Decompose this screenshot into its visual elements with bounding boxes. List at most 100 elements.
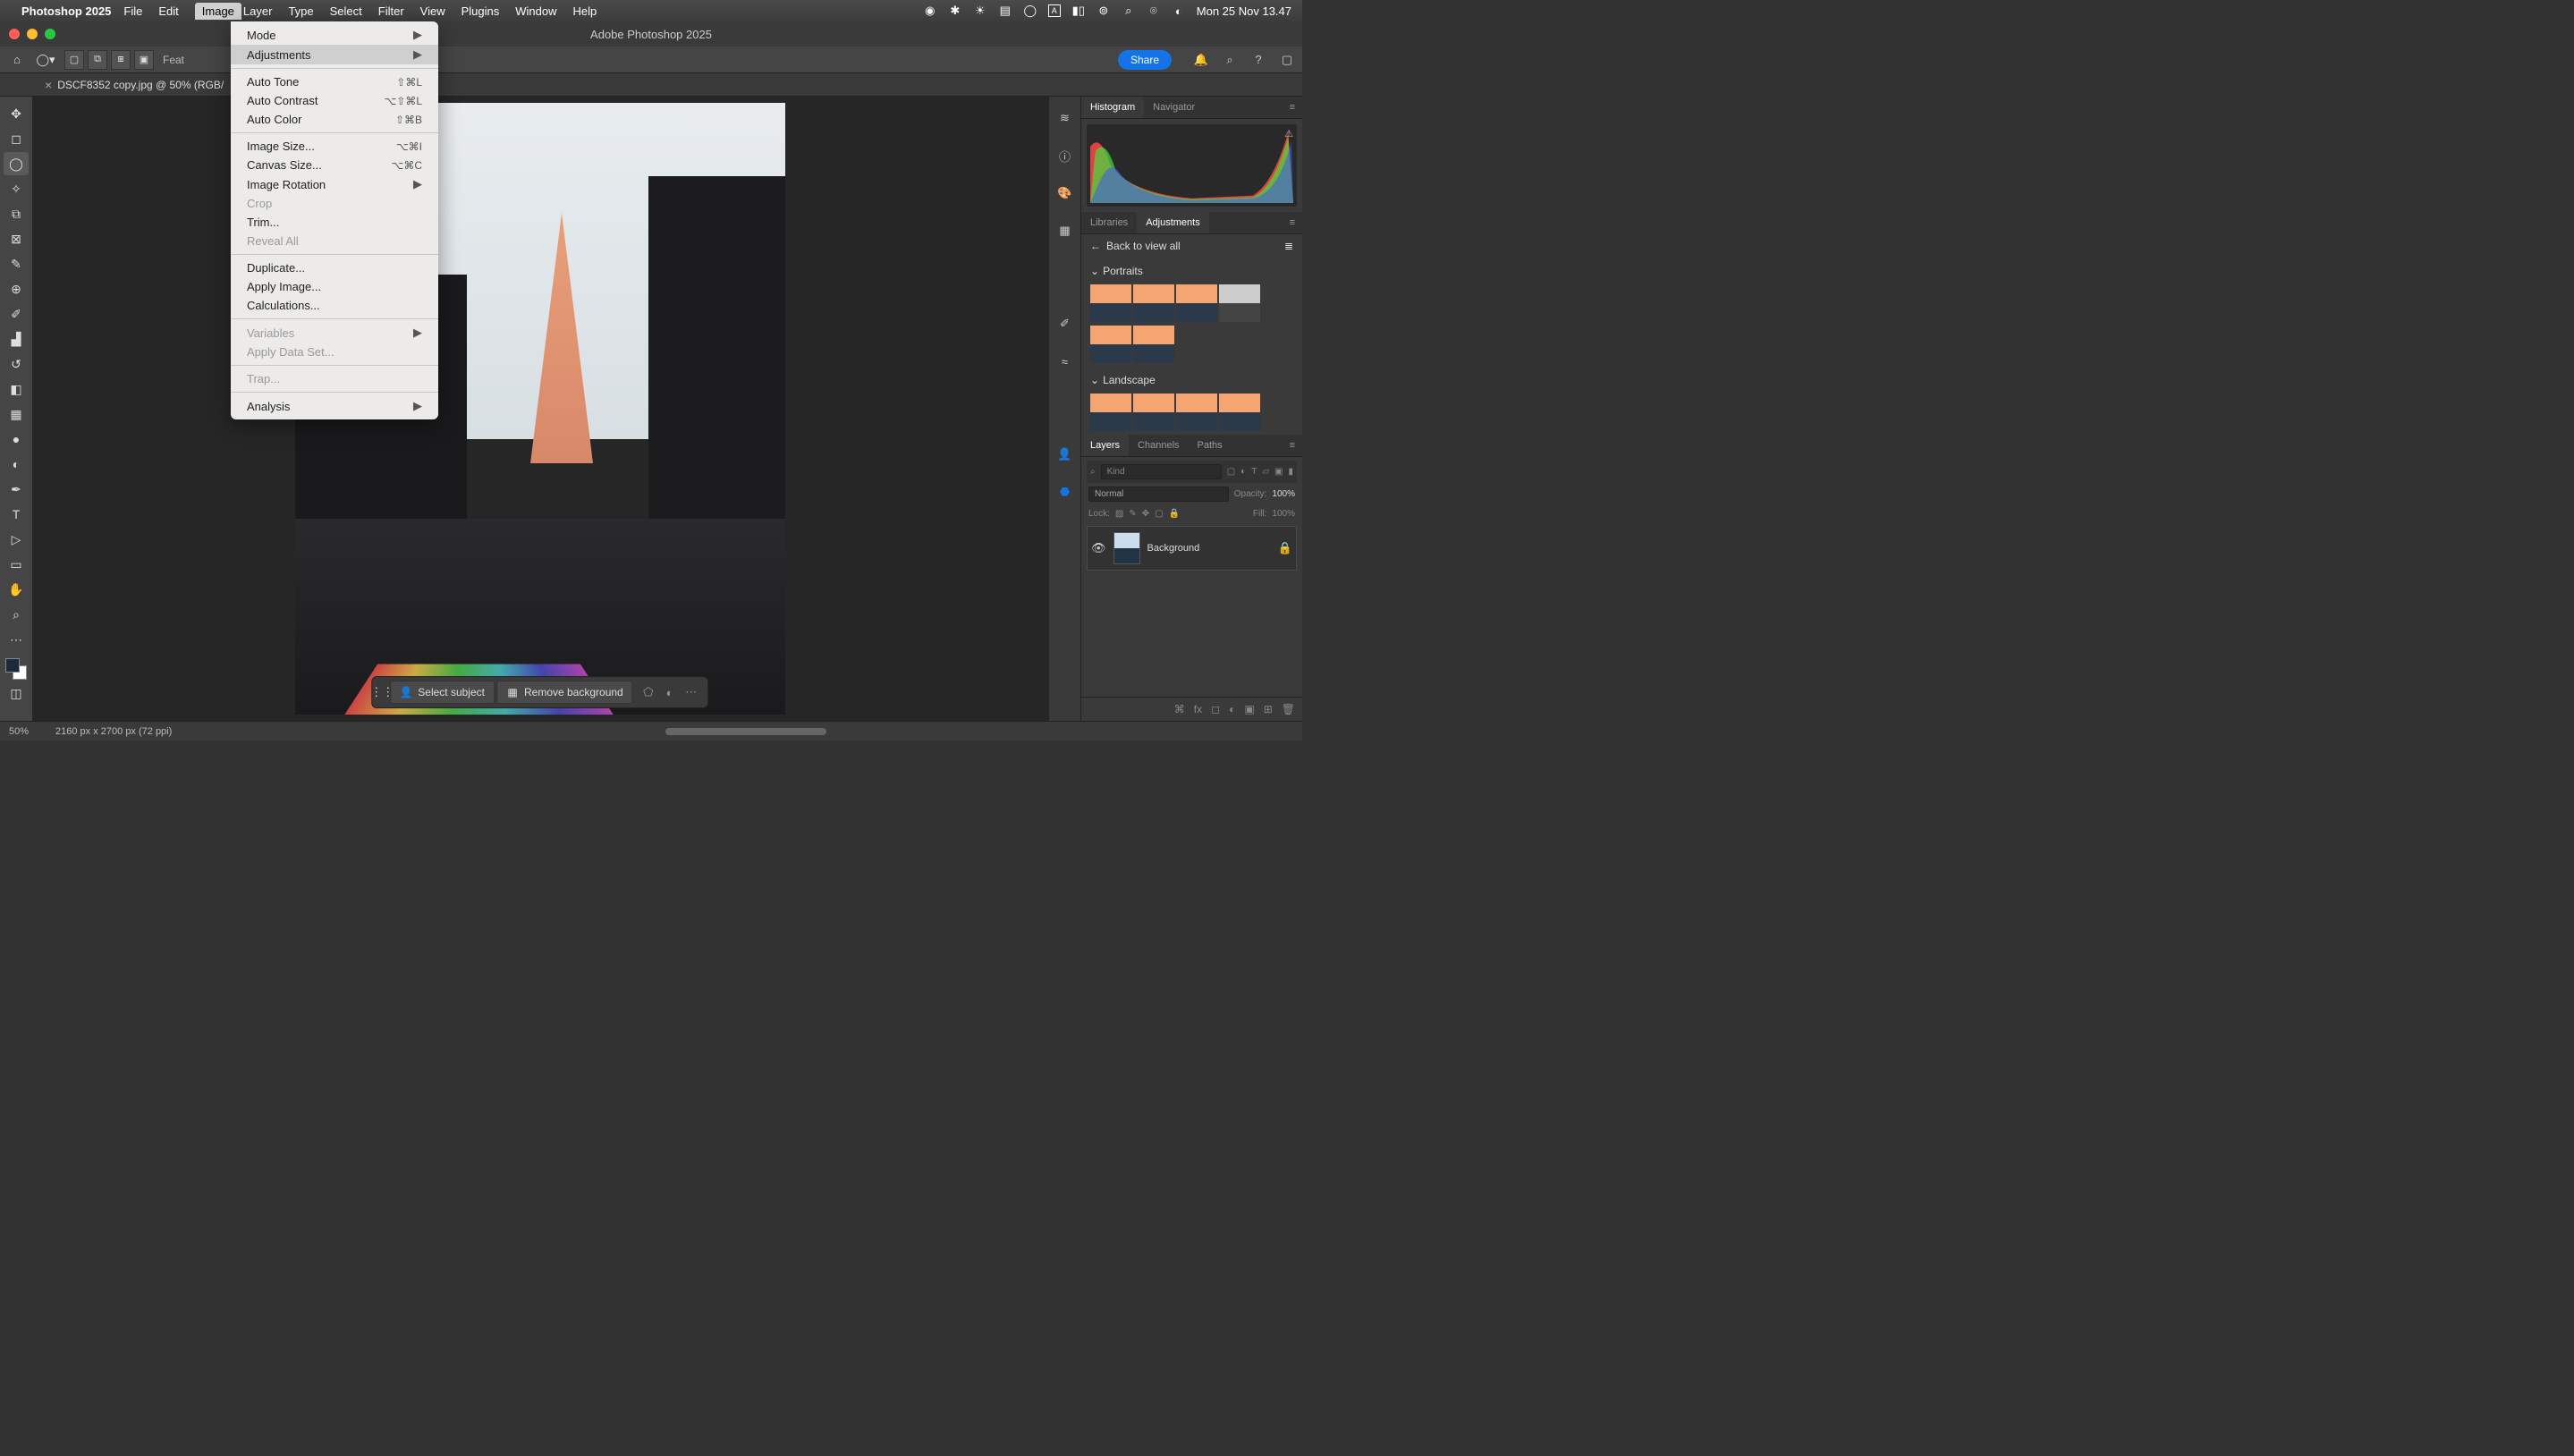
shape-tool-icon[interactable]: ▭ xyxy=(4,553,29,576)
lasso-tool-icon[interactable]: ◯ xyxy=(4,152,29,175)
menu-item-auto-tone[interactable]: Auto Tone⇧⌘L xyxy=(231,72,438,91)
link-layers-icon[interactable]: ⌘ xyxy=(1174,703,1185,715)
share-button[interactable]: Share xyxy=(1118,50,1172,70)
maximize-window-button[interactable] xyxy=(45,29,55,39)
workspace-icon[interactable]: ▢ xyxy=(1279,52,1295,68)
app-name[interactable]: Photoshop 2025 xyxy=(21,4,111,18)
delete-layer-icon[interactable]: 🗑 xyxy=(1282,703,1295,715)
brush-tool-icon[interactable]: ✐ xyxy=(4,302,29,326)
status-icon-3[interactable]: ▤ xyxy=(998,4,1012,18)
adjustment-icon[interactable]: ◐ xyxy=(664,686,676,698)
menu-item-adjustments[interactable]: Adjustments▶ xyxy=(231,45,438,64)
blend-mode-select[interactable]: Normal xyxy=(1088,487,1229,502)
transform-icon[interactable]: ⬠ xyxy=(642,686,655,698)
layer-kind-filter[interactable]: Kind xyxy=(1101,464,1222,479)
histogram-tab[interactable]: Histogram xyxy=(1081,97,1144,118)
status-icon-2[interactable]: ☀ xyxy=(973,4,987,18)
foreground-color-swatch[interactable] xyxy=(5,658,20,673)
more-tools-icon[interactable]: ⋯ xyxy=(4,628,29,651)
list-view-icon[interactable]: ≣ xyxy=(1284,240,1293,252)
menu-item-trim-[interactable]: Trim... xyxy=(231,213,438,232)
menu-type[interactable]: Type xyxy=(288,4,313,18)
menu-file[interactable]: File xyxy=(123,4,142,18)
menu-item-auto-contrast[interactable]: Auto Contrast⌥⇧⌘L xyxy=(231,91,438,110)
libraries-tab[interactable]: Libraries xyxy=(1081,212,1137,233)
swatches-panel-icon[interactable]: 🎨 xyxy=(1056,184,1074,202)
lock-position-icon[interactable]: ✥ xyxy=(1142,509,1149,519)
control-center-icon[interactable]: ⌾ xyxy=(1147,4,1161,18)
fill-value[interactable]: 100% xyxy=(1272,509,1295,519)
navigator-tab[interactable]: Navigator xyxy=(1144,97,1204,118)
menu-item-duplicate-[interactable]: Duplicate... xyxy=(231,258,438,277)
people-panel-icon[interactable]: 👤 xyxy=(1056,445,1074,463)
histogram-panel-menu-icon[interactable]: ≡ xyxy=(1283,97,1302,118)
home-icon[interactable]: ⌂ xyxy=(7,50,27,70)
menu-item-calculations-[interactable]: Calculations... xyxy=(231,296,438,315)
menubar-clock[interactable]: Mon 25 Nov 13.47 xyxy=(1197,4,1291,18)
layer-mask-icon[interactable]: ◻ xyxy=(1211,703,1220,715)
filter-pixel-icon[interactable]: ▢ xyxy=(1227,467,1235,477)
menu-item-auto-color[interactable]: Auto Color⇧⌘B xyxy=(231,110,438,129)
menu-view[interactable]: View xyxy=(420,4,445,18)
frame-tool-icon[interactable]: ⊠ xyxy=(4,227,29,250)
layer-name[interactable]: Background xyxy=(1147,543,1271,554)
filter-toggle-icon[interactable]: ▮ xyxy=(1288,467,1293,477)
preset-thumb[interactable] xyxy=(1219,284,1260,322)
gradient-tool-icon[interactable]: ▦ xyxy=(4,402,29,426)
back-to-view-all-button[interactable]: ← Back to view all xyxy=(1090,240,1181,252)
menu-item-apply-image-[interactable]: Apply Image... xyxy=(231,277,438,296)
quickmask-icon[interactable]: ◫ xyxy=(4,681,29,705)
eyedropper-tool-icon[interactable]: ✎ xyxy=(4,252,29,275)
channels-tab[interactable]: Channels xyxy=(1129,435,1188,456)
filter-search-icon[interactable]: ⌕ xyxy=(1090,467,1096,477)
brushes-panel-icon[interactable]: ✐ xyxy=(1056,315,1074,333)
menu-item-mode[interactable]: Mode▶ xyxy=(231,25,438,45)
new-layer-icon[interactable]: ⊞ xyxy=(1264,703,1273,715)
remove-background-button[interactable]: ▦ Remove background xyxy=(496,681,633,704)
filter-type-icon[interactable]: T xyxy=(1251,467,1257,477)
help-icon[interactable]: ? xyxy=(1250,52,1266,68)
menu-filter[interactable]: Filter xyxy=(378,4,404,18)
new-adjustment-icon[interactable]: ◐ xyxy=(1229,703,1235,715)
current-tool-icon[interactable]: ◯▾ xyxy=(36,50,55,70)
landscape-section-header[interactable]: ⌄ Landscape xyxy=(1090,370,1293,390)
blur-tool-icon[interactable]: ● xyxy=(4,427,29,451)
menu-plugins[interactable]: Plugins xyxy=(461,4,500,18)
preset-thumb[interactable] xyxy=(1176,284,1217,322)
preset-thumb[interactable] xyxy=(1133,394,1174,431)
drag-handle-icon[interactable]: ⋮⋮ xyxy=(376,686,388,698)
document-tab[interactable]: × DSCF8352 copy.jpg @ 50% (RGB/ xyxy=(36,78,233,92)
menu-item-analysis[interactable]: Analysis▶ xyxy=(231,396,438,416)
grid-panel-icon[interactable]: ▦ xyxy=(1056,222,1074,240)
adjustments-tab[interactable]: Adjustments xyxy=(1137,212,1209,233)
preset-thumb[interactable] xyxy=(1219,394,1260,431)
search-app-icon[interactable]: ⌕ xyxy=(1222,52,1238,68)
color-panel-icon[interactable]: ≋ xyxy=(1056,109,1074,127)
minimize-window-button[interactable] xyxy=(27,29,38,39)
healing-tool-icon[interactable]: ⊕ xyxy=(4,277,29,301)
preset-thumb[interactable] xyxy=(1133,284,1174,322)
preset-thumb[interactable] xyxy=(1090,326,1131,363)
menu-item-image-size-[interactable]: Image Size...⌥⌘I xyxy=(231,137,438,156)
paths-tab[interactable]: Paths xyxy=(1189,435,1232,456)
marquee-tool-icon[interactable]: ◻ xyxy=(4,127,29,150)
close-tab-icon[interactable]: × xyxy=(45,78,52,92)
path-select-tool-icon[interactable]: ▷ xyxy=(4,528,29,551)
preset-thumb[interactable] xyxy=(1090,394,1131,431)
foreground-background-colors[interactable] xyxy=(5,658,27,680)
wifi-icon[interactable]: ⊚ xyxy=(1096,4,1111,18)
wand-tool-icon[interactable]: ✧ xyxy=(4,177,29,200)
type-tool-icon[interactable]: T xyxy=(4,503,29,526)
menu-image[interactable]: Image xyxy=(195,3,241,20)
layer-lock-icon[interactable]: 🔒 xyxy=(1278,541,1292,555)
menu-edit[interactable]: Edit xyxy=(158,4,178,18)
menu-window[interactable]: Window xyxy=(515,4,556,18)
status-icon-1[interactable]: ✱ xyxy=(948,4,962,18)
dodge-tool-icon[interactable]: ◐ xyxy=(4,453,29,476)
hand-tool-icon[interactable]: ✋ xyxy=(4,578,29,601)
status-icon-4[interactable]: ◯ xyxy=(1023,4,1037,18)
plugin-panel-icon[interactable]: ⬣ xyxy=(1056,483,1074,501)
layer-visibility-icon[interactable]: 👁 xyxy=(1091,541,1106,555)
layer-thumbnail[interactable] xyxy=(1113,532,1140,564)
zoom-level[interactable]: 50% xyxy=(9,726,29,737)
